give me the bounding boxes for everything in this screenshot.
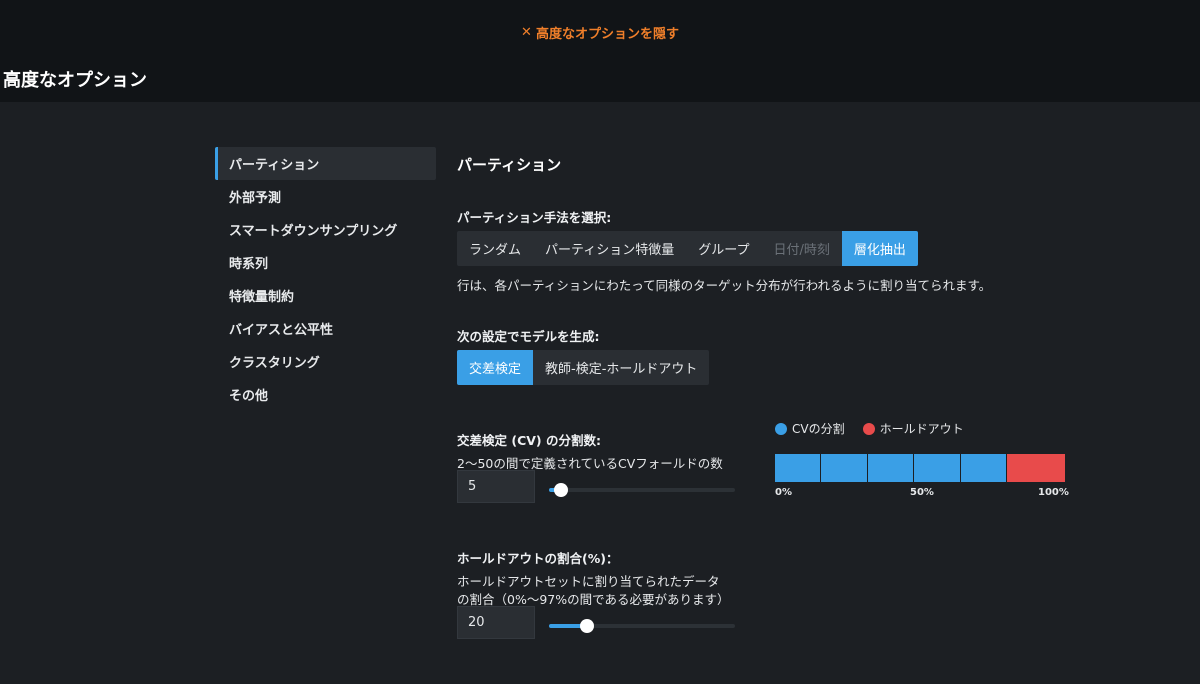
page-title: 高度なオプション [3, 70, 147, 91]
model-generation-selector: 交差検定 教師-検定-ホールドアウト [457, 350, 710, 385]
model-generation-label: 次の設定でモデルを生成: [457, 329, 600, 344]
cv-folds-slider[interactable] [549, 482, 735, 498]
holdout-percentage-input[interactable]: 20 [457, 606, 535, 639]
legend-cv: CVの分割 [775, 420, 845, 437]
advanced-options-panel: パーティション 外部予測 スマートダウンサンプリング 時系列 特徴量制約 バイア… [0, 102, 1200, 684]
cv-fold-segment [914, 454, 961, 482]
cv-fold-segment [775, 454, 822, 482]
sidebar-item-external-predictions[interactable]: 外部予測 [215, 180, 436, 213]
sidebar-item-smart-downsampling[interactable]: スマートダウンサンプリング [215, 213, 436, 246]
top-toggle-bar: ✕ 高度なオプションを隠す [0, 0, 1200, 64]
holdout-description-line1: ホールドアウトセットに割り当てられたデータ [457, 574, 720, 589]
option-cross-validation[interactable]: 交差検定 [457, 350, 534, 385]
legend-holdout-label: ホールドアウト [879, 422, 964, 436]
axis-label-50: 50% [910, 487, 934, 498]
section-title: パーティション [457, 156, 562, 174]
partition-method-selector: ランダム パーティション特徴量 グループ 日付/時刻 層化抽出 [457, 231, 918, 266]
sidebar-item-other[interactable]: その他 [215, 378, 436, 411]
holdout-percentage-label: ホールドアウトの割合(%)： [457, 551, 619, 566]
sidebar-item-partition[interactable]: パーティション [215, 147, 436, 180]
legend-holdout: ホールドアウト [862, 420, 964, 437]
cv-fold-segment [867, 454, 915, 482]
split-bar [775, 454, 1065, 482]
axis-label-100: 100% [1038, 487, 1069, 498]
sidebar-item-time-series[interactable]: 時系列 [215, 246, 436, 279]
method-partition-feature[interactable]: パーティション特徴量 [533, 231, 686, 266]
holdout-segment [1006, 454, 1065, 482]
close-icon: ✕ [521, 24, 532, 40]
hide-advanced-options-label: 高度なオプションを隠す [535, 26, 679, 42]
sidebar-item-clustering[interactable]: クラスタリング [215, 345, 436, 378]
cv-folds-label: 交差検定 (CV) の分割数: [457, 433, 601, 448]
partition-method-label: パーティション手法を選択: [457, 210, 612, 225]
sidebar-item-bias-fairness[interactable]: バイアスと公平性 [215, 312, 436, 345]
cv-dot-icon [775, 422, 787, 435]
method-group[interactable]: グループ [686, 231, 761, 266]
cv-fold-segment [960, 454, 1007, 482]
holdout-dot-icon [862, 422, 875, 435]
sidebar-item-feature-constraints[interactable]: 特徴量制約 [215, 279, 436, 312]
hide-advanced-options-button[interactable]: ✕ 高度なオプションを隠す [521, 23, 679, 42]
slider-thumb[interactable] [580, 619, 595, 633]
holdout-percentage-slider[interactable] [549, 618, 735, 634]
axis-label-0: 0% [775, 487, 792, 498]
slider-thumb[interactable] [553, 483, 568, 497]
split-legend: CVの分割 ホールドアウト [775, 420, 964, 437]
cv-folds-input[interactable]: 5 [457, 470, 535, 503]
method-random[interactable]: ランダム [457, 231, 533, 266]
method-description: 行は、各パーティションにわたって同様のターゲット分布が行われるように割り当てられ… [457, 278, 992, 293]
option-train-validation-holdout[interactable]: 教師-検定-ホールドアウト [533, 350, 709, 385]
legend-cv-label: CVの分割 [792, 422, 845, 436]
sidebar: パーティション 外部予測 スマートダウンサンプリング 時系列 特徴量制約 バイア… [215, 147, 436, 411]
cv-fold-segment [821, 454, 868, 482]
slider-track [549, 488, 735, 492]
method-stratified[interactable]: 層化抽出 [841, 231, 918, 266]
method-date-time: 日付/時刻 [773, 243, 830, 258]
